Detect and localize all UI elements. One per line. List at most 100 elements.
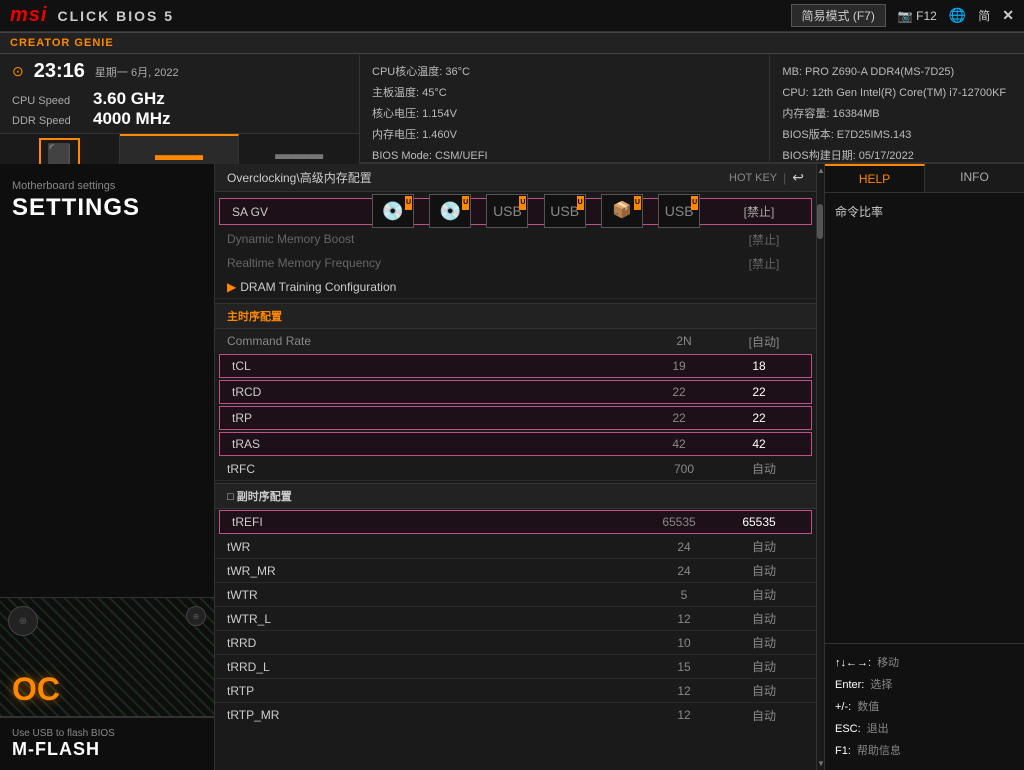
enter-key: Enter:	[835, 674, 864, 696]
row-name-trfc: tRFC	[227, 462, 644, 476]
boot-device-hdd[interactable]: 💿 U	[372, 194, 414, 228]
row-status-cr: [自动]	[724, 333, 804, 350]
top-bar: msi CLICK BIOS 5 简易模式 (F7) 📷 F12 🌐 简 ✕	[0, 0, 1024, 32]
msi-logo: msi	[10, 4, 47, 27]
row-name-trtpmr: tRTP_MR	[227, 708, 644, 722]
scrollbar-thumb[interactable]	[817, 204, 823, 239]
row-name-tcl: tCL	[232, 359, 639, 373]
table-row-trfc[interactable]: tRFC 700 自动	[215, 457, 816, 481]
row-value-trrdl: 15	[644, 660, 724, 674]
table-row-trtp[interactable]: tRTP 12 自动	[215, 679, 816, 703]
row-status-twtrl: 自动	[724, 610, 804, 627]
mem-info: 内存容量: 16384MB	[782, 104, 1012, 125]
mflash-section[interactable]: Use USB to flash BIOS M-FLASH	[0, 717, 214, 770]
row-name-dram: DRAM Training Configuration	[240, 280, 804, 294]
boot-device-usb1[interactable]: USB U	[486, 194, 528, 228]
row-value-twtr: 5	[644, 588, 724, 602]
row-status-trtpmr: 自动	[724, 707, 804, 724]
table-row-trrdl[interactable]: tRRD_L 15 自动	[215, 655, 816, 679]
info-right: MB: PRO Z690-A DDR4(MS-7D25) CPU: 12th G…	[770, 54, 1024, 162]
table-row[interactable]: Realtime Memory Frequency [禁止]	[215, 251, 816, 275]
hotkey-area: HOT KEY | ↩	[729, 169, 804, 186]
table-row-trtpmr[interactable]: tRTP_MR 12 自动	[215, 703, 816, 727]
row-value-tras: 42	[639, 437, 719, 451]
close-button[interactable]: ✕	[1002, 7, 1014, 24]
value-action: 数值	[857, 696, 879, 718]
row-value-trcd: 22	[639, 385, 719, 399]
row-name-twr: tWR	[227, 540, 644, 554]
mflash-subtitle: Use USB to flash BIOS	[12, 728, 202, 739]
table-row-dram[interactable]: ▶ DRAM Training Configuration	[215, 275, 816, 299]
boot-device-usb2[interactable]: USB U	[544, 194, 586, 228]
date-display: 星期一 6月, 2022	[95, 64, 179, 80]
right-panel: HELP INFO 命令比率 ↑↓←→: 移动 Enter: 选择 +/-: 数…	[824, 164, 1024, 770]
esc-action: 退出	[867, 718, 889, 740]
row-status-twtr: 自动	[724, 586, 804, 603]
settings-subtitle: Motherboard settings	[12, 180, 202, 192]
row-status-trp: 22	[719, 411, 799, 425]
clock-icon: ⊙	[12, 63, 24, 80]
keybind-f1: F1: 帮助信息	[835, 740, 1014, 762]
help-tab[interactable]: HELP	[825, 164, 925, 192]
table-row-twrmr[interactable]: tWR_MR 24 自动	[215, 559, 816, 583]
table-row-trrd[interactable]: tRRD 10 自动	[215, 631, 816, 655]
row-status-trrd: 自动	[724, 634, 804, 651]
cpu-speed-value: 3.60 GHz	[93, 89, 165, 109]
back-arrow-icon[interactable]: ↩	[792, 169, 804, 186]
row-status-trfc: 自动	[724, 460, 804, 477]
info-tab[interactable]: INFO	[925, 164, 1024, 192]
row-status-dmb: [禁止]	[724, 231, 804, 248]
mem-voltage: 内存电压: 1.460V	[372, 125, 757, 146]
table-row-tras[interactable]: tRAS 42 42	[219, 432, 812, 456]
boot-device-card[interactable]: 📦 U	[601, 194, 643, 228]
xmp1-tab-icon: ▬▬▬	[155, 147, 203, 165]
language-label: 简	[978, 7, 990, 24]
table-row-trcd[interactable]: tRCD 22 22	[219, 380, 812, 404]
screenshot-button[interactable]: 📷 F12	[898, 9, 937, 23]
right-tabs: HELP INFO	[825, 164, 1024, 193]
row-name-rmf: Realtime Memory Frequency	[227, 256, 644, 270]
boot-device-dvd[interactable]: 💿 U	[429, 194, 471, 228]
table-row-tcl[interactable]: tCL 19 18	[219, 354, 812, 378]
boot-device-usb3[interactable]: USB U	[658, 194, 700, 228]
section-header-sub: □ 副时序配置	[215, 483, 816, 509]
row-name-twtrl: tWTR_L	[227, 612, 644, 626]
keybind-value: +/-: 数值	[835, 696, 1014, 718]
row-name-twrmr: tWR_MR	[227, 564, 644, 578]
table-row-twtrl[interactable]: tWTR_L 12 自动	[215, 607, 816, 631]
info-middle: CPU核心温度: 36°C 主板温度: 45°C 核心电压: 1.154V 内存…	[360, 54, 770, 162]
expand-icon: ▶	[227, 280, 236, 294]
table-row[interactable]: Dynamic Memory Boost [禁止]	[215, 227, 816, 251]
keybind-move: ↑↓←→: 移动	[835, 652, 1014, 674]
table-row-trefi[interactable]: tREFI 65535 65535	[219, 510, 812, 534]
top-right-controls: 简易模式 (F7) 📷 F12 🌐 简 ✕	[791, 4, 1014, 27]
row-name-cr: Command Rate	[227, 334, 644, 348]
main-layout: Motherboard settings SETTINGS ⊕ ⊕ OC Use…	[0, 164, 1024, 770]
scrollbar[interactable]: ▲ ▼	[816, 164, 824, 770]
scroll-down-arrow[interactable]: ▼	[817, 759, 824, 768]
row-name-trrdl: tRRD_L	[227, 660, 644, 674]
table-row-twtr[interactable]: tWTR 5 自动	[215, 583, 816, 607]
table-row-cr[interactable]: Command Rate 2N [自动]	[215, 329, 816, 353]
table-row-twr[interactable]: tWR 24 自动	[215, 535, 816, 559]
row-status-twrmr: 自动	[724, 562, 804, 579]
row-value-trfc: 700	[644, 462, 724, 476]
row-name-tras: tRAS	[232, 437, 639, 451]
simple-mode-button[interactable]: 简易模式 (F7)	[791, 4, 886, 27]
row-value-tcl: 19	[639, 359, 719, 373]
enter-action: 选择	[870, 674, 892, 696]
section-header-main: 主时序配置	[215, 303, 816, 329]
row-status-trrdl: 自动	[724, 658, 804, 675]
table-row-trp[interactable]: tRP 22 22	[219, 406, 812, 430]
settings-section[interactable]: Motherboard settings SETTINGS	[0, 164, 214, 597]
scroll-up-arrow[interactable]: ▲	[817, 166, 824, 175]
row-status-trtp: 自动	[724, 682, 804, 699]
xmp2-tab-icon: ▬▬▬	[275, 146, 323, 164]
core-voltage: 核心电压: 1.154V	[372, 104, 757, 125]
oc-label: OC	[0, 663, 72, 716]
row-status-sagv: [禁止]	[719, 203, 799, 220]
row-name-twtr: tWTR	[227, 588, 644, 602]
oc-thumbnail[interactable]: ⊕ ⊕ OC	[0, 597, 214, 717]
value-key: +/-:	[835, 696, 851, 718]
row-name-trcd: tRCD	[232, 385, 639, 399]
